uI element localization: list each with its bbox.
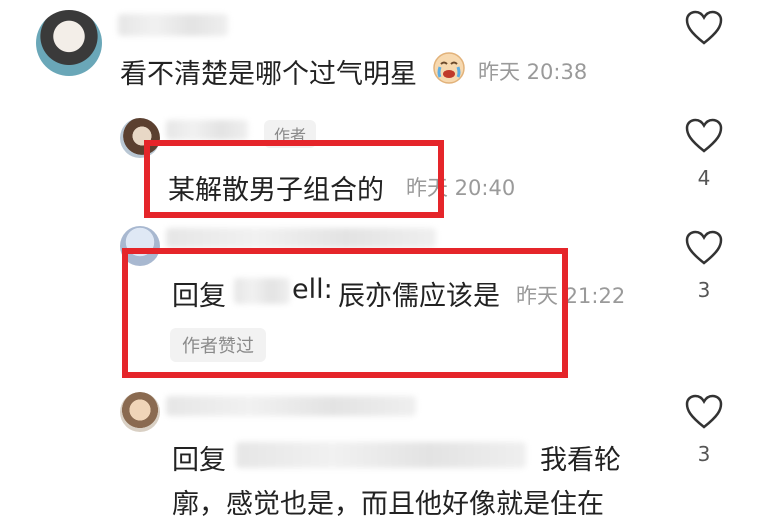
heart-icon (685, 394, 723, 429)
like-count: 3 (697, 278, 711, 302)
comment-text-continued: 廓，感觉也是，而且他好像就是住在 (172, 489, 604, 520)
reply-prefix: 回复 (172, 445, 226, 476)
username-redacted[interactable] (118, 14, 228, 36)
highlight-box (144, 140, 444, 218)
username-redacted[interactable] (166, 396, 416, 416)
username-redacted[interactable] (166, 120, 248, 140)
heart-icon (685, 118, 723, 153)
like-count: 3 (697, 442, 711, 466)
like-button[interactable] (674, 10, 734, 50)
heart-icon (685, 10, 723, 45)
like-count: 4 (697, 166, 711, 190)
heart-icon (685, 230, 723, 265)
username-redacted[interactable] (166, 228, 436, 248)
comment-time: 昨天 20:38 (478, 60, 588, 84)
like-button[interactable]: 3 (674, 394, 734, 466)
like-button[interactable]: 4 (674, 118, 734, 190)
avatar[interactable] (120, 392, 160, 432)
highlight-box (122, 248, 568, 378)
crying-emoji-icon (432, 50, 466, 84)
like-button[interactable]: 3 (674, 230, 734, 302)
comment-text: 我看轮 (540, 445, 621, 476)
reply-target-redacted[interactable] (236, 442, 526, 468)
avatar[interactable] (36, 10, 102, 76)
comment-text: 看不清楚是哪个过气明星 (120, 59, 417, 90)
